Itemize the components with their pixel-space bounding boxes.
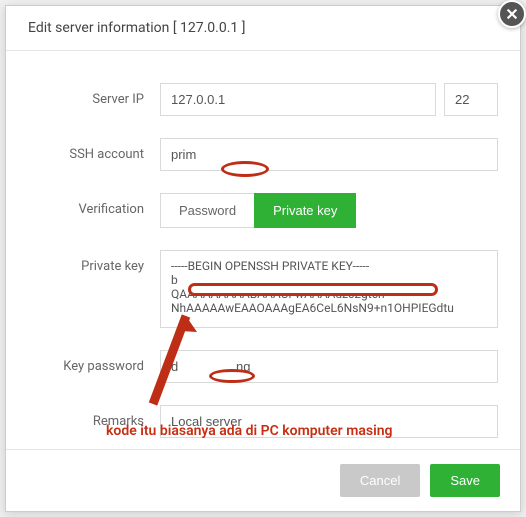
private-key-label: Private key <box>28 250 160 274</box>
private-key-textarea[interactable] <box>160 250 498 328</box>
key-password-label: Key password <box>28 350 160 374</box>
modal-title: Edit server information [ 127.0.0.1 ] <box>28 20 245 36</box>
verification-row: Verification Password Private key <box>28 193 498 228</box>
edit-server-modal: Edit server information [ 127.0.0.1 ] Se… <box>5 5 521 512</box>
ssh-account-label: SSH account <box>28 138 160 162</box>
server-ip-input[interactable] <box>160 83 436 116</box>
save-button[interactable]: Save <box>430 464 500 497</box>
remarks-input[interactable] <box>160 405 498 438</box>
verification-tabs: Password Private key <box>160 193 356 228</box>
tab-password[interactable]: Password <box>160 193 255 228</box>
modal-header: Edit server information [ 127.0.0.1 ] <box>6 6 520 51</box>
close-icon <box>505 7 519 21</box>
remarks-label: Remarks <box>28 405 160 429</box>
key-password-row: Key password <box>28 350 498 383</box>
remarks-row: Remarks <box>28 405 498 438</box>
modal-body: Server IP SSH account Verification Passw… <box>6 51 520 441</box>
ssh-account-input[interactable] <box>160 138 498 171</box>
tab-private-key[interactable]: Private key <box>254 193 356 228</box>
cancel-button[interactable]: Cancel <box>340 464 420 497</box>
modal-footer: Cancel Save <box>6 449 520 511</box>
server-ip-label: Server IP <box>28 83 160 107</box>
verification-label: Verification <box>28 193 160 217</box>
server-port-input[interactable] <box>444 83 498 116</box>
close-button[interactable] <box>498 0 526 28</box>
ssh-account-row: SSH account <box>28 138 498 171</box>
key-password-input[interactable] <box>160 350 498 383</box>
server-ip-row: Server IP <box>28 83 498 116</box>
private-key-row: Private key <box>28 250 498 328</box>
